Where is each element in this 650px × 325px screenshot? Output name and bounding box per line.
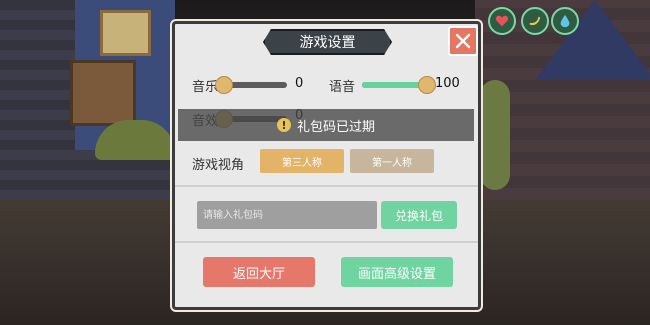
advanced-graphics-button[interactable]: 画面高级设置 <box>341 257 453 287</box>
voice-slider-fill <box>362 82 426 88</box>
wooden-sign <box>70 60 136 126</box>
tree <box>480 80 510 190</box>
food-button[interactable] <box>521 7 549 35</box>
warning-icon: ! <box>276 118 291 132</box>
dialog-title: 游戏设置 <box>299 35 356 51</box>
music-value: 0 <box>295 76 304 91</box>
toast-message: ! 礼包码已过期 <box>178 109 474 141</box>
first-person-button[interactable]: 第一人称 <box>350 149 434 173</box>
toast-text: 礼包码已过期 <box>296 119 375 135</box>
voice-slider-thumb[interactable] <box>418 76 436 94</box>
gift-code-input[interactable] <box>197 201 377 229</box>
voice-label: 语音 <box>329 80 356 95</box>
left-window <box>100 10 151 56</box>
divider-bottom <box>175 241 478 243</box>
right-roof <box>535 0 650 80</box>
settings-dialog: 游戏设置 音乐 0 语音 100 音效 0 游戏视角 第三人称 第一人称 兑换礼… <box>172 21 481 310</box>
water-drop-icon <box>560 14 570 28</box>
banana-icon <box>529 16 541 26</box>
left-building <box>0 0 175 200</box>
view-label: 游戏视角 <box>192 158 245 173</box>
health-button[interactable] <box>488 7 516 35</box>
heart-icon <box>495 15 509 27</box>
back-to-lobby-button[interactable]: 返回大厅 <box>203 257 315 287</box>
voice-value: 100 <box>435 76 460 91</box>
voice-slider[interactable] <box>362 76 436 94</box>
close-button[interactable] <box>448 26 478 56</box>
dialog-title-banner: 游戏设置 <box>263 29 392 55</box>
music-slider[interactable] <box>215 76 287 94</box>
exchange-gift-button[interactable]: 兑换礼包 <box>381 201 457 229</box>
water-button[interactable] <box>551 7 579 35</box>
divider-top <box>175 185 478 187</box>
close-icon <box>455 33 471 49</box>
third-person-button[interactable]: 第三人称 <box>260 149 344 173</box>
music-slider-thumb[interactable] <box>215 76 233 94</box>
